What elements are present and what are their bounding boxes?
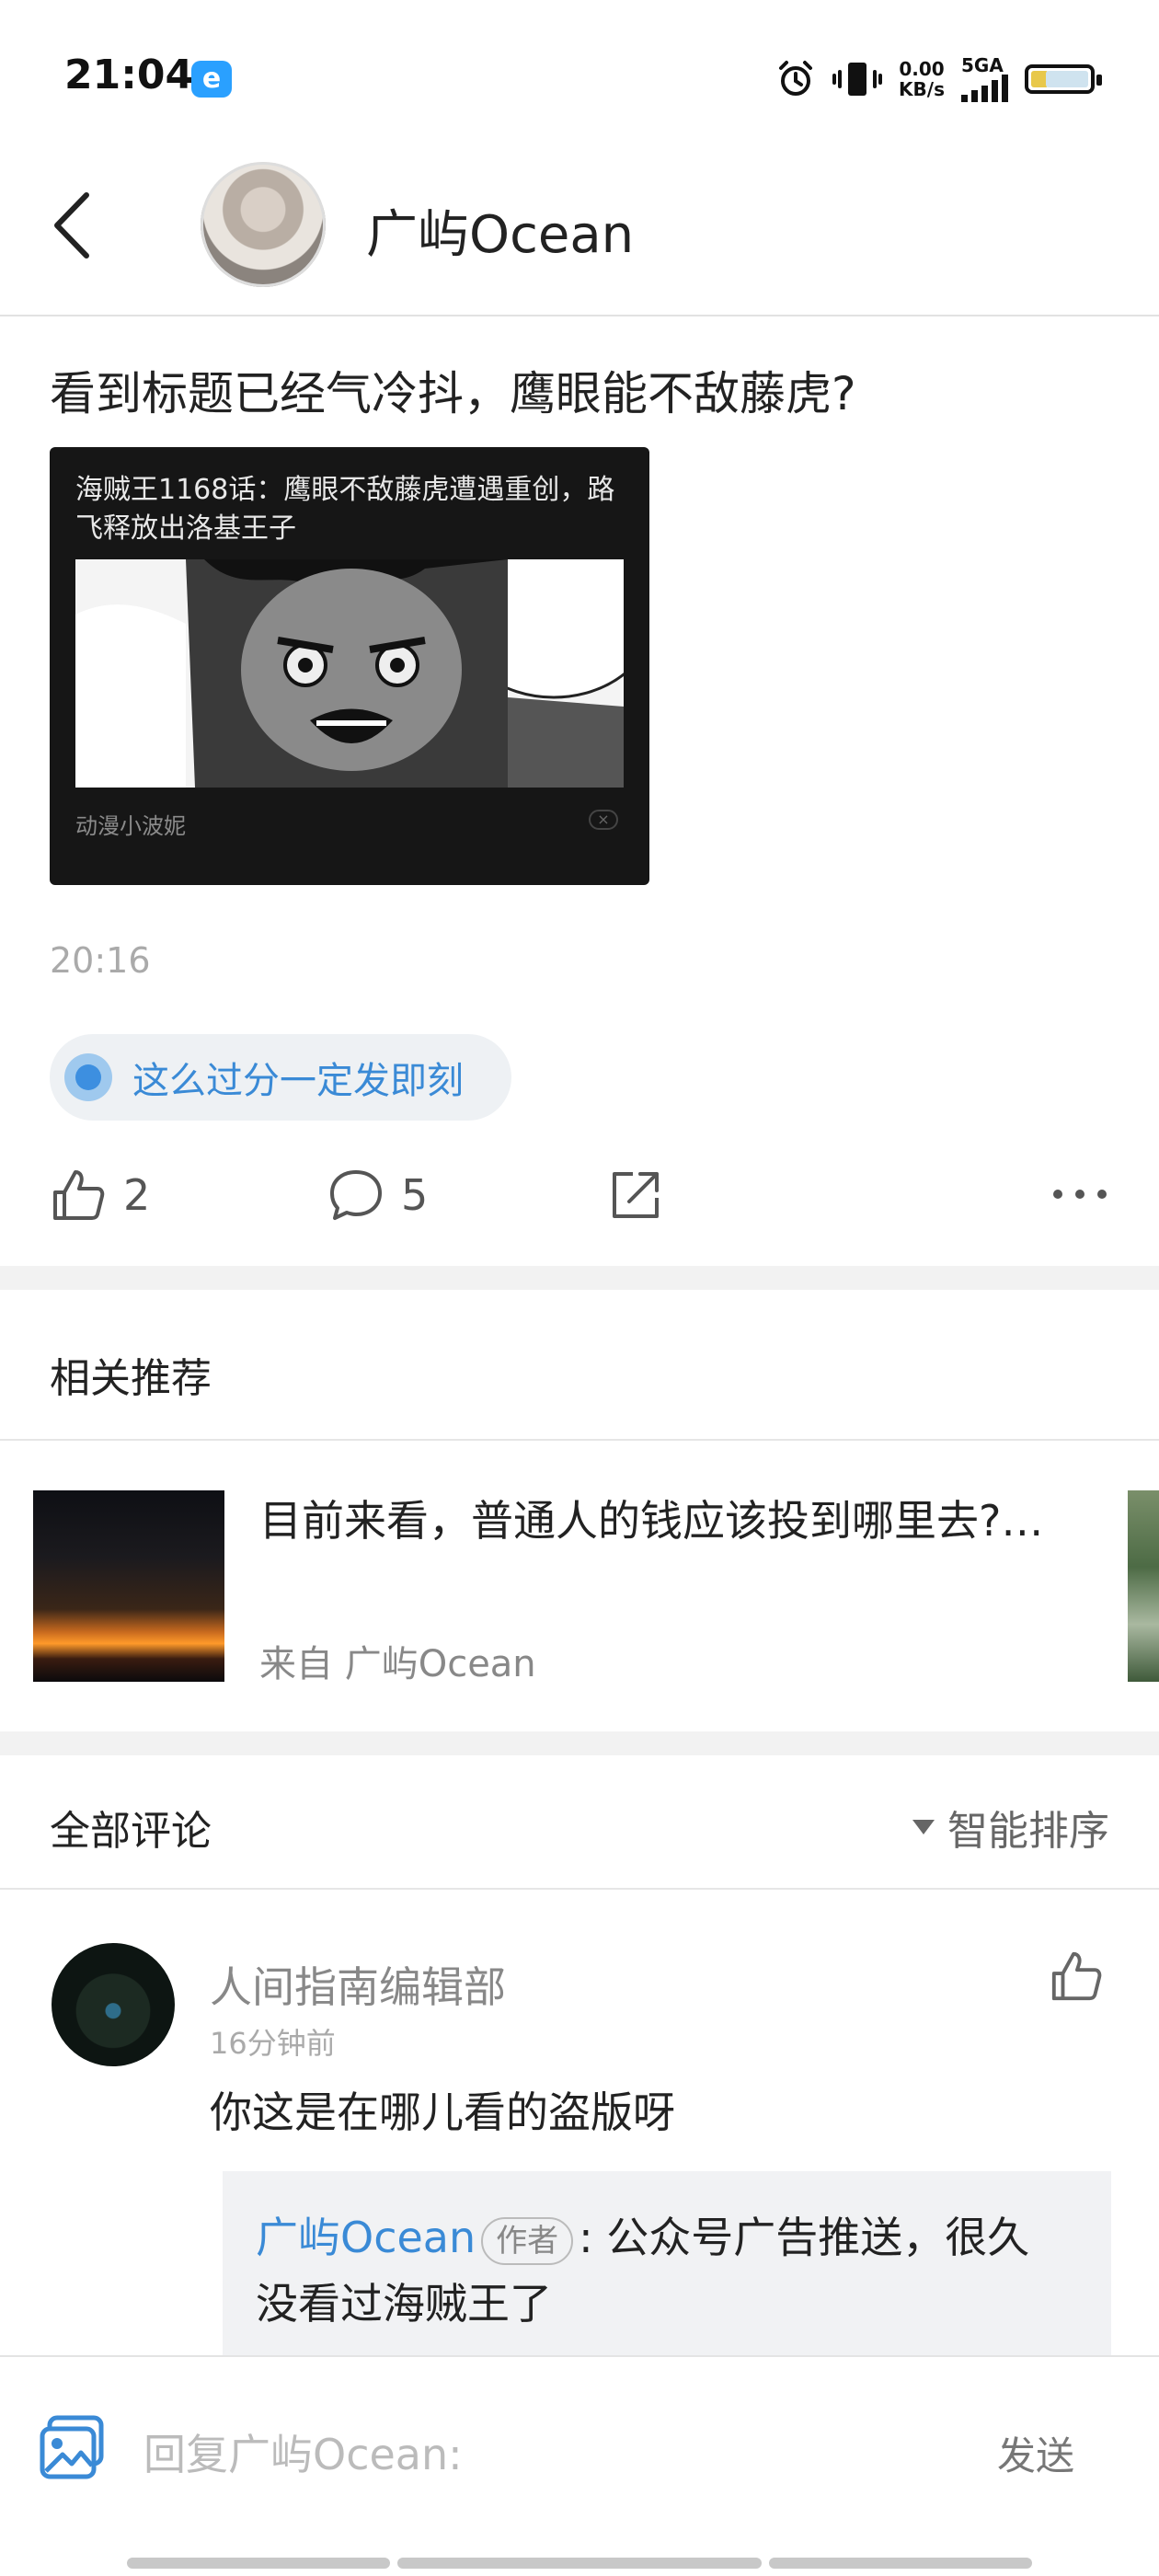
topic-chip[interactable]: 这么过分一定发即刻 <box>50 1034 511 1121</box>
recommend-thumbnail[interactable] <box>33 1490 224 1682</box>
comment-time: 16分钟前 <box>210 2026 336 2061</box>
comment-icon <box>330 1170 382 1220</box>
sort-label: 智能排序 <box>947 1808 1109 1855</box>
author-badge: 作者 <box>481 2216 574 2265</box>
post-timestamp: 20:16 <box>50 940 151 981</box>
comment-text: 你这是在哪儿看的盗版呀 <box>210 2087 675 2137</box>
reply-box[interactable]: 广屿Ocean 作者: 公众号广告推送，很久没看过海贼王了 <box>223 2171 1111 2355</box>
signal-group: 5GA <box>961 56 1008 102</box>
section-divider <box>0 1266 1159 1290</box>
reply-bar: 回复广屿Ocean: 发送 <box>0 2355 1159 2539</box>
image-icon <box>40 2415 104 2479</box>
comment-author[interactable]: 人间指南编辑部 <box>210 1954 506 2015</box>
thumbs-up-icon <box>1051 1951 1102 2001</box>
more-button[interactable] <box>1050 1185 1109 1203</box>
more-icon <box>1053 1190 1107 1199</box>
reply-content: 广屿Ocean 作者: 公众号广告推送，很久没看过海贼王了 <box>256 2204 1065 2337</box>
comment-button[interactable]: 5 <box>327 1167 428 1224</box>
like-button[interactable]: 2 <box>50 1167 150 1224</box>
status-time: 21:04 <box>64 52 194 98</box>
network-speed: 0.00 KB/s <box>899 59 945 99</box>
card-close-icon[interactable]: × <box>589 810 618 830</box>
caret-down-icon <box>912 1820 935 1834</box>
comments-section-title: 全部评论 <box>50 1808 212 1855</box>
nav-indicator <box>769 2558 1032 2569</box>
network-speed-unit: KB/s <box>899 78 945 100</box>
vibrate-icon <box>832 63 883 96</box>
nav-indicator <box>127 2558 390 2569</box>
comment-like-button[interactable] <box>1049 1949 1104 2007</box>
sort-dropdown[interactable]: 智能排序 <box>912 1798 1109 1857</box>
battery-icon <box>1025 64 1102 94</box>
back-button[interactable] <box>44 184 99 267</box>
alarm-icon <box>779 61 813 96</box>
recommend-source: 来自 广屿Ocean <box>259 1643 536 1685</box>
image-picker-button[interactable] <box>37 2412 107 2486</box>
next-recommend-thumbnail[interactable] <box>1128 1490 1159 1682</box>
share-icon <box>613 1172 659 1218</box>
link-card-source: 动漫小波妮 <box>75 813 186 839</box>
post-text: 看到标题已经气冷抖，鹰眼能不敌藤虎? <box>50 367 856 420</box>
app-notification-icon: e <box>191 61 232 98</box>
link-card-title: 海贼王1168话：鹰眼不敌藤虎遭遇重创，路飞释放出洛基王子 <box>75 474 615 545</box>
thumbs-up-icon <box>53 1170 105 1220</box>
nav-indicator <box>397 2558 762 2569</box>
reply-input[interactable]: 回复广屿Ocean: <box>143 2421 463 2482</box>
page-title[interactable]: 广屿Ocean <box>366 193 634 268</box>
topic-icon <box>64 1053 112 1101</box>
comment-avatar[interactable] <box>52 1943 175 2066</box>
comment-count: 5 <box>401 1170 429 1220</box>
header-divider <box>0 315 1159 316</box>
status-icons: 0.00 KB/s 5GA <box>775 52 1102 107</box>
section-divider <box>0 1731 1159 1755</box>
share-button[interactable] <box>607 1167 664 1224</box>
signal-bars-icon <box>961 75 1008 102</box>
send-button[interactable]: 发送 <box>997 2425 1074 2481</box>
chevron-left-icon <box>54 192 89 259</box>
recommend-title[interactable]: 目前来看，普通人的钱应该投到哪里去?… <box>259 1492 1069 1549</box>
divider <box>0 1439 1159 1441</box>
like-count: 2 <box>123 1170 151 1220</box>
link-card[interactable]: 海贼王1168话：鹰眼不敌藤虎遭遇重创，路飞释放出洛基王子 动漫小波妮 × <box>50 447 649 885</box>
recommend-section-title: 相关推荐 <box>50 1355 212 1402</box>
network-speed-value: 0.00 <box>899 58 945 80</box>
divider <box>0 1888 1159 1890</box>
post-actions: 2 5 <box>50 1167 1109 1240</box>
reply-author[interactable]: 广屿Ocean <box>256 2213 476 2262</box>
network-type: 5GA <box>961 54 1004 76</box>
user-avatar[interactable] <box>201 162 326 287</box>
topic-label: 这么过分一定发即刻 <box>132 1060 464 1102</box>
link-card-image <box>75 559 624 788</box>
